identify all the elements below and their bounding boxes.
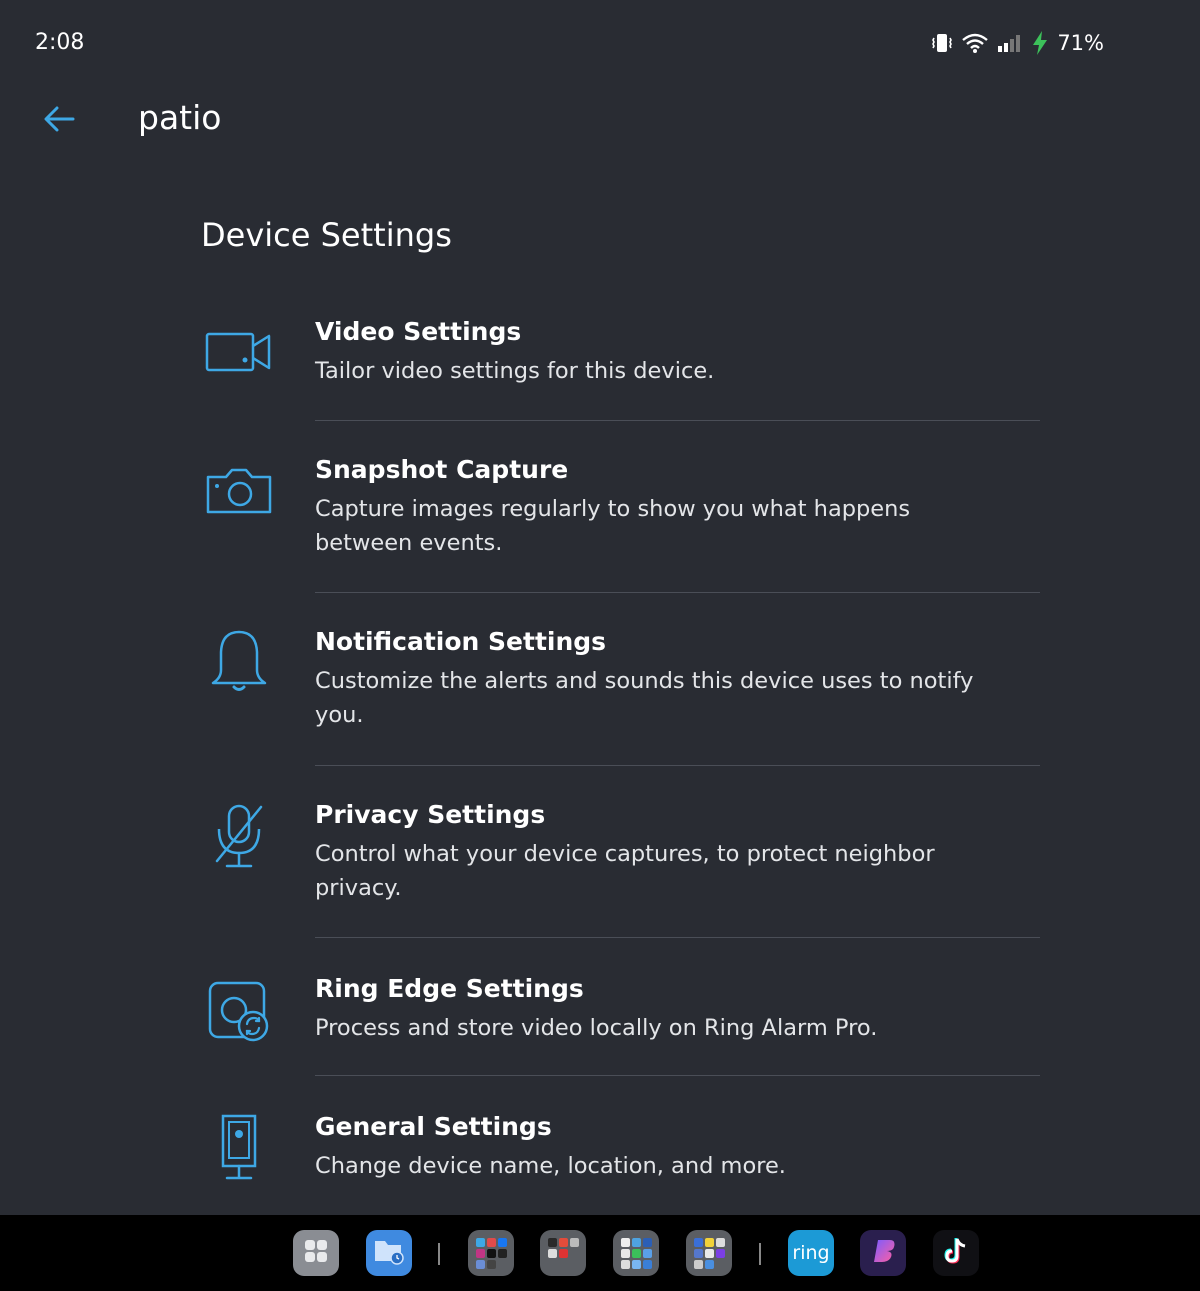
settings-row-text: Privacy Settings Control what your devic… [315, 766, 1040, 938]
tiktok-app[interactable] [933, 1230, 979, 1276]
settings-row-text: Snapshot Capture Capture images regularl… [315, 421, 1040, 593]
camera-icon [203, 455, 275, 527]
status-icons: 71% [931, 30, 1104, 56]
brush-app[interactable] [860, 1230, 906, 1276]
settings-row-title: Ring Edge Settings [315, 974, 584, 1003]
folder-icon [693, 1237, 725, 1269]
settings-row-general[interactable]: General Settings Change device name, loc… [0, 1076, 1200, 1216]
folder-icon [547, 1237, 579, 1269]
settings-row-text: Notification Settings Customize the aler… [315, 593, 1040, 766]
settings-row-title: Video Settings [315, 317, 522, 346]
settings-row-description: Customize the alerts and sounds this dev… [315, 668, 974, 728]
settings-row-description: Tailor video settings for this device. [315, 358, 715, 384]
app-drawer-button[interactable] [293, 1230, 339, 1276]
app-folder-3[interactable] [613, 1230, 659, 1276]
tiktok-icon [942, 1236, 970, 1270]
settings-row-text: Video Settings Tailor video settings for… [315, 298, 1040, 421]
folder-icon [475, 1237, 507, 1269]
charging-icon [1031, 30, 1049, 56]
settings-row-ring-edge[interactable]: Ring Edge Settings Process and store vid… [0, 938, 1200, 1076]
app-folder-2[interactable] [540, 1230, 586, 1276]
dock-divider [438, 1243, 440, 1265]
files-app[interactable] [366, 1230, 412, 1276]
settings-row-title: Notification Settings [315, 627, 607, 656]
signal-icon [997, 32, 1023, 54]
back-button[interactable] [36, 98, 82, 144]
brush-icon [868, 1236, 898, 1270]
mic-off-icon [203, 800, 275, 872]
settings-row-description: Control what your device captures, to pr… [315, 841, 935, 901]
screen: 2:08 71% patio Device Settings Video Set… [0, 0, 1200, 1291]
folder-icon [620, 1237, 652, 1269]
wifi-icon [961, 31, 989, 55]
settings-row-title: General Settings [315, 1112, 552, 1141]
settings-list: Video Settings Tailor video settings for… [0, 298, 1200, 1216]
app-folder-1[interactable] [468, 1230, 514, 1276]
dock-divider [759, 1243, 761, 1265]
section-title: Device Settings [201, 216, 452, 254]
app-folder-4[interactable] [686, 1230, 732, 1276]
ring-app[interactable]: ring [788, 1230, 834, 1276]
settings-row-description: Process and store video locally on Ring … [315, 1015, 878, 1041]
settings-row-text: General Settings Change device name, loc… [315, 1076, 1040, 1216]
settings-row-video[interactable]: Video Settings Tailor video settings for… [0, 298, 1200, 421]
settings-row-title: Privacy Settings [315, 800, 546, 829]
grid-icon [303, 1238, 329, 1268]
folder-clock-icon [373, 1237, 405, 1269]
bell-icon [203, 625, 275, 697]
ring-edge-icon [203, 976, 275, 1048]
settings-row-title: Snapshot Capture [315, 455, 569, 484]
video-camera-icon [203, 316, 275, 388]
taskbar: ring [0, 1215, 1200, 1291]
status-time: 2:08 [35, 30, 85, 55]
settings-row-text: Ring Edge Settings Process and store vid… [315, 938, 1040, 1076]
arrow-left-icon [43, 105, 75, 137]
settings-row-description: Capture images regularly to show you wha… [315, 496, 911, 556]
settings-row-notification[interactable]: Notification Settings Customize the aler… [0, 593, 1200, 766]
settings-row-description: Change device name, location, and more. [315, 1153, 786, 1179]
battery-percent: 71% [1057, 31, 1104, 55]
page-title: patio [138, 98, 222, 137]
settings-row-snapshot[interactable]: Snapshot Capture Capture images regularl… [0, 421, 1200, 593]
vibrate-icon [931, 31, 953, 55]
camera-device-icon [203, 1111, 275, 1183]
settings-row-privacy[interactable]: Privacy Settings Control what your devic… [0, 766, 1200, 938]
ring-logo: ring [792, 1242, 830, 1264]
